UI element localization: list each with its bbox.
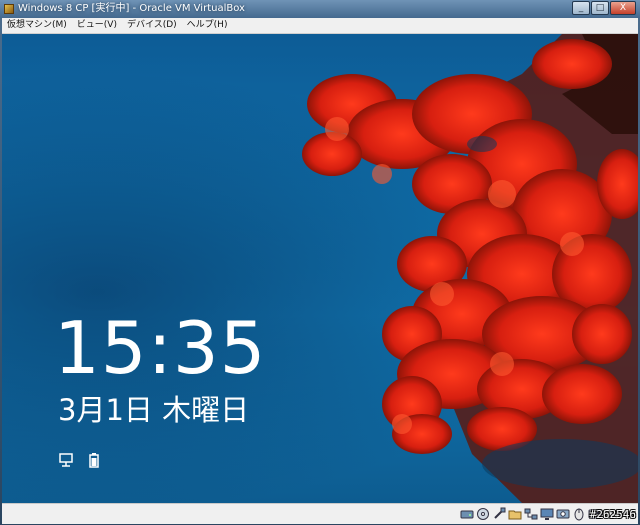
mouse-integration-icon[interactable]: [572, 507, 586, 521]
virtualbox-window: Windows 8 CP [実行中] - Oracle VM VirtualBo…: [0, 0, 640, 525]
maximize-button[interactable]: □: [591, 1, 609, 15]
battery-icon: [89, 453, 99, 468]
close-button[interactable]: X: [610, 1, 636, 15]
network-adapter-icon[interactable]: [524, 507, 538, 521]
shared-folders-icon[interactable]: [508, 507, 522, 521]
lockscreen-date: 3月1日 木曜日: [58, 393, 250, 427]
vm-screen[interactable]: 15:35 3月1日 木曜日: [2, 34, 638, 503]
menu-devices[interactable]: デバイス(D): [122, 18, 182, 33]
lockscreen-status: [58, 452, 102, 468]
menu-bar: 仮想マシン(M) ビュー(V) デバイス(D) ヘルプ(H): [2, 18, 638, 34]
menu-machine[interactable]: 仮想マシン(M): [2, 18, 72, 33]
hard-disk-icon[interactable]: [460, 507, 474, 521]
virtualbox-icon: [4, 4, 14, 14]
lockscreen-clock: 15:35: [54, 306, 267, 390]
window-title: Windows 8 CP [実行中] - Oracle VM VirtualBo…: [18, 3, 245, 14]
menu-help[interactable]: ヘルプ(H): [182, 18, 233, 33]
device-status-icons: [460, 507, 602, 521]
window-controls: _ □ X: [571, 1, 636, 16]
usb-icon[interactable]: [492, 507, 506, 521]
title-bar[interactable]: Windows 8 CP [実行中] - Oracle VM VirtualBo…: [0, 0, 640, 18]
minimize-button[interactable]: _: [572, 1, 590, 15]
optical-drive-icon[interactable]: [476, 507, 490, 521]
menu-view[interactable]: ビュー(V): [72, 18, 122, 33]
capture-icon[interactable]: [556, 507, 570, 521]
virtualbox-status-bar: [2, 503, 638, 524]
display-icon[interactable]: [540, 507, 554, 521]
image-watermark: #262546: [589, 508, 636, 521]
coral-background-image: [302, 34, 638, 503]
network-icon: [59, 453, 73, 467]
